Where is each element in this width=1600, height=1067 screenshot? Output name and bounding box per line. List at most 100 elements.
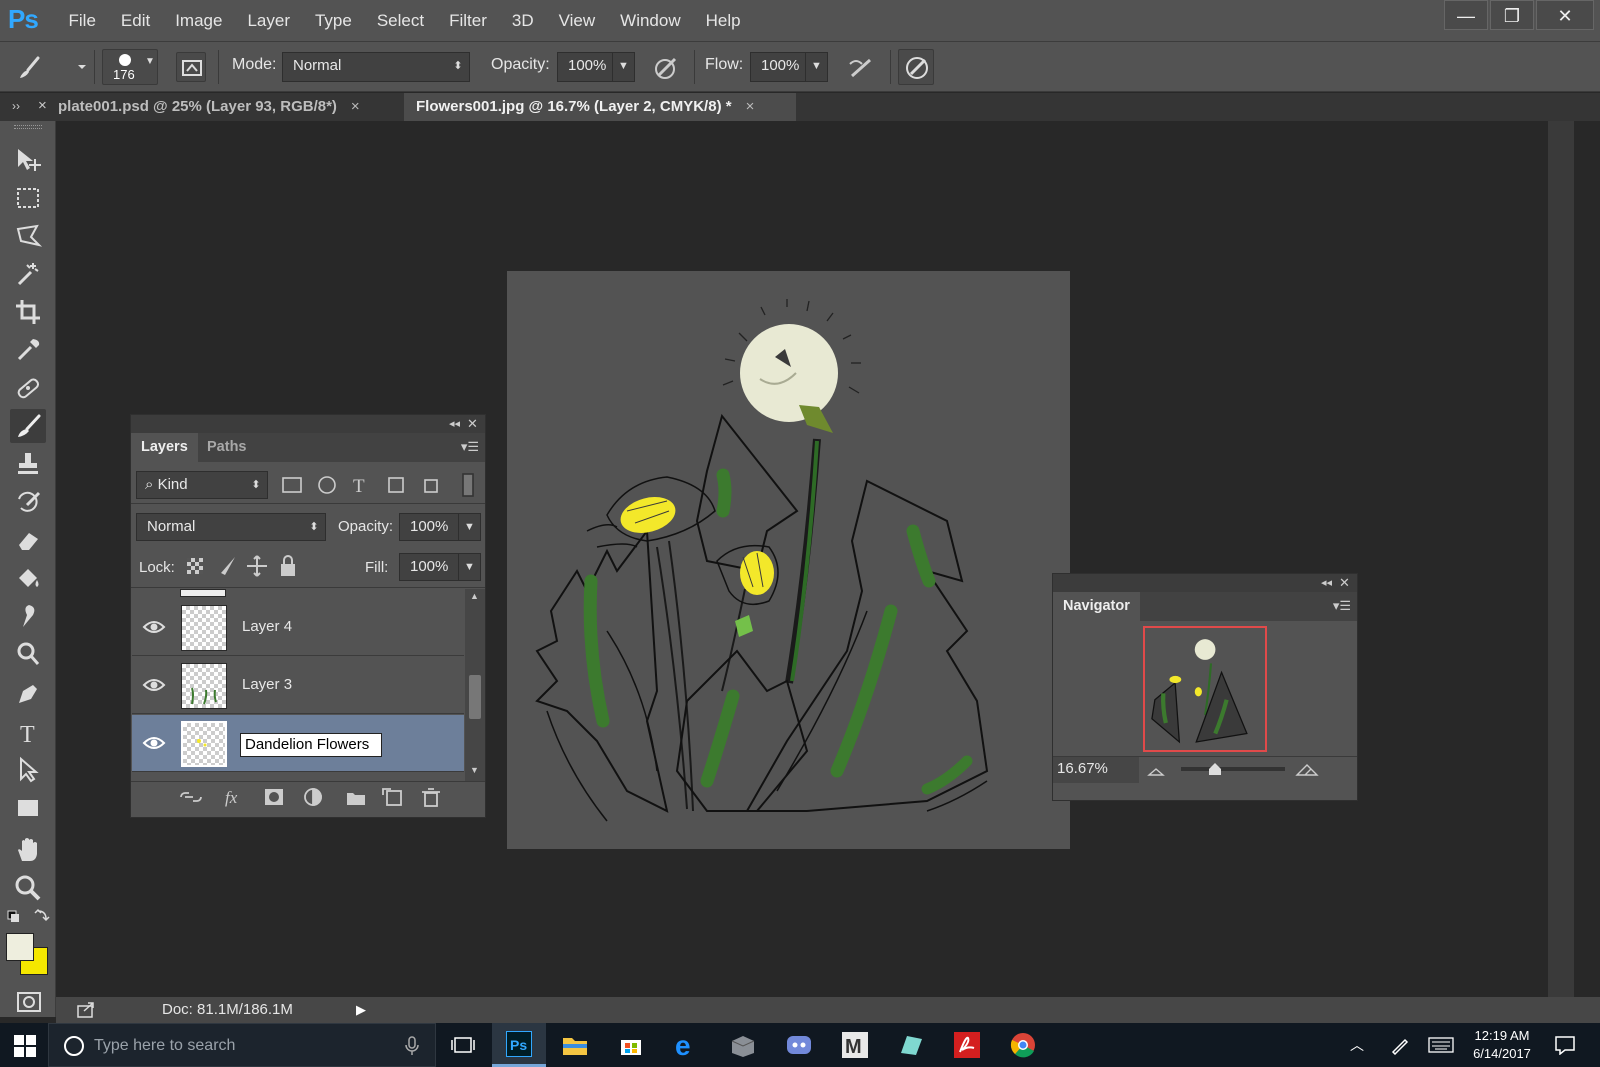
magic-wand-tool[interactable]	[10, 257, 46, 291]
taskbar-sketch-app[interactable]	[884, 1023, 938, 1067]
layer-opacity-field[interactable]: 100% ▼	[399, 513, 481, 541]
navigator-view-box[interactable]	[1143, 626, 1267, 752]
windows-start-icon[interactable]	[14, 1035, 36, 1057]
taskbar-photoshop[interactable]: Ps	[492, 1023, 546, 1067]
taskbar-chrome[interactable]	[996, 1023, 1050, 1067]
taskbar-discord[interactable]	[772, 1023, 826, 1067]
share-icon[interactable]	[76, 1001, 96, 1019]
layer-list-scrollbar[interactable]: ▲ ▼	[465, 589, 485, 781]
chevron-down-icon[interactable]: ▼	[458, 514, 480, 540]
smudge-tool[interactable]	[10, 599, 46, 633]
taskbar-store[interactable]	[604, 1023, 658, 1067]
navigator-zoom-field[interactable]: 16.67%	[1053, 757, 1139, 783]
mode-dropdown[interactable]: Normal ⬍	[282, 52, 470, 82]
marquee-tool[interactable]	[10, 181, 46, 215]
menu-view[interactable]: View	[546, 0, 608, 42]
lock-icons[interactable]	[185, 553, 305, 579]
close-tab-icon[interactable]: ×	[746, 98, 755, 115]
brush-panel-toggle[interactable]	[176, 52, 206, 82]
lasso-tool[interactable]	[10, 219, 46, 253]
menu-type[interactable]: Type	[302, 0, 364, 42]
chevron-down-icon[interactable]: ▼	[458, 554, 480, 580]
menu-image[interactable]: Image	[163, 0, 235, 42]
move-tool[interactable]	[10, 143, 46, 177]
healing-brush-tool[interactable]	[10, 371, 46, 405]
shape-tool[interactable]	[10, 791, 46, 825]
panel-menu-icon[interactable]: ▾☰	[1333, 598, 1351, 614]
eye-icon[interactable]	[142, 733, 166, 753]
eye-icon[interactable]	[142, 675, 166, 695]
taskbar-app-box[interactable]	[716, 1023, 770, 1067]
menu-select[interactable]: Select	[364, 0, 436, 42]
tab-paths[interactable]: Paths	[197, 433, 257, 462]
layer-row-layer-4[interactable]: Layer 4	[132, 599, 464, 656]
layer-row-dandelion-flowers[interactable]: Dandelion Flowers	[132, 715, 464, 772]
foreground-color-swatch[interactable]	[6, 933, 34, 961]
brush-size-picker[interactable]: 176 ▼	[102, 49, 158, 85]
paint-bucket-tool[interactable]	[10, 561, 46, 595]
layer-row-layer-3[interactable]: Layer 3	[132, 657, 464, 714]
close-panel-icon[interactable]: ✕	[1339, 574, 1350, 592]
close-panel-icon[interactable]: ✕	[467, 415, 478, 433]
blend-mode-dropdown[interactable]: Normal ⬍	[136, 513, 326, 541]
microphone-icon[interactable]	[405, 1036, 419, 1056]
swap-colors-icon[interactable]	[6, 907, 50, 927]
tool-preset-picker[interactable]	[8, 52, 88, 82]
filter-kind-dropdown[interactable]: ⌕ Kind ⬍	[136, 471, 268, 499]
tab-layers[interactable]: Layers	[131, 433, 198, 462]
chevron-down-icon[interactable]: ▼	[805, 53, 827, 81]
brush-tool[interactable]	[10, 409, 46, 443]
menu-file[interactable]: File	[56, 0, 108, 42]
opacity-field[interactable]: 100% ▼	[557, 52, 635, 82]
quick-mask-icon[interactable]	[16, 991, 42, 1013]
path-selection-tool[interactable]	[10, 753, 46, 787]
taskbar-file-explorer[interactable]	[548, 1023, 602, 1067]
menu-3d[interactable]: 3D	[499, 0, 546, 42]
type-tool[interactable]: T	[10, 715, 46, 749]
restore-button[interactable]: ❐	[1490, 0, 1534, 30]
scroll-down-icon[interactable]: ▼	[470, 765, 479, 775]
navigator-panel-header[interactable]: ◂◂ ✕	[1053, 574, 1357, 592]
hand-tool[interactable]	[10, 833, 46, 867]
layers-panel-header[interactable]: ◂◂ ✕	[131, 415, 485, 433]
expand-panels-icon[interactable]: ››	[12, 99, 20, 113]
tab-flowers001[interactable]: Flowers001.jpg @ 16.7% (Layer 2, CMYK/8)…	[404, 93, 796, 121]
zoom-tool[interactable]	[10, 871, 46, 905]
scroll-up-icon[interactable]: ▲	[470, 591, 479, 601]
tab-navigator[interactable]: Navigator	[1053, 592, 1140, 621]
collapse-panel-icon[interactable]: ◂◂	[449, 415, 460, 433]
taskbar-clock[interactable]: 12:19 AM 6/14/2017	[1462, 1027, 1542, 1063]
eyedropper-tool[interactable]	[10, 333, 46, 367]
notifications-icon[interactable]	[1554, 1035, 1576, 1055]
taskbar-m-app[interactable]: M	[828, 1023, 882, 1067]
menu-filter[interactable]: Filter	[437, 0, 500, 42]
menu-help[interactable]: Help	[693, 0, 753, 42]
document-canvas[interactable]	[507, 271, 1070, 849]
menu-window[interactable]: Window	[608, 0, 693, 42]
airbrush-button[interactable]	[844, 52, 878, 82]
filter-icons[interactable]: T	[281, 471, 481, 499]
toolbox-grip[interactable]	[14, 125, 42, 129]
status-menu-arrow-icon[interactable]: ▶	[356, 1002, 366, 1018]
taskbar-acrobat[interactable]	[940, 1023, 994, 1067]
crop-tool[interactable]	[10, 295, 46, 329]
pen-tool[interactable]	[10, 677, 46, 711]
task-view-button[interactable]	[436, 1023, 490, 1067]
tab-template001[interactable]: plate001.psd @ 25% (Layer 93, RGB/8*) ×	[58, 93, 404, 121]
pen-tray-icon[interactable]	[1390, 1035, 1410, 1055]
menu-layer[interactable]: Layer	[235, 0, 303, 42]
close-panel-icon[interactable]: ×	[38, 97, 47, 114]
close-window-button[interactable]: ✕	[1536, 0, 1594, 30]
show-hidden-icons-icon[interactable]: ︿	[1350, 1035, 1364, 1055]
taskbar-edge[interactable]: e	[660, 1023, 714, 1067]
panel-menu-icon[interactable]: ▾☰	[461, 439, 479, 455]
minimize-button[interactable]: —	[1444, 0, 1488, 30]
layer-name-input[interactable]: Dandelion Flowers	[240, 733, 382, 757]
scrollbar-thumb[interactable]	[469, 675, 481, 719]
eraser-tool[interactable]	[10, 523, 46, 557]
history-brush-tool[interactable]	[10, 485, 46, 519]
pressure-opacity-button[interactable]	[650, 52, 684, 82]
pressure-size-button[interactable]	[898, 49, 934, 85]
clone-stamp-tool[interactable]	[10, 447, 46, 481]
menu-edit[interactable]: Edit	[108, 0, 162, 42]
